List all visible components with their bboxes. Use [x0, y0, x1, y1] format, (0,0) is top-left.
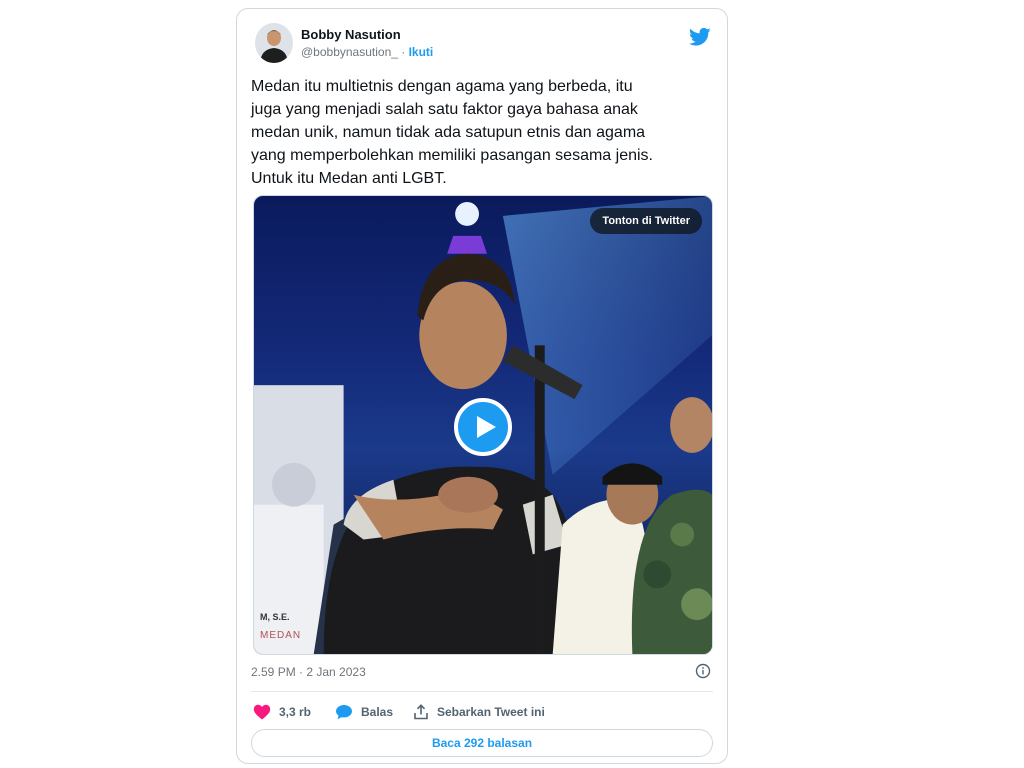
video-overlay-city: MEDAN	[260, 630, 302, 641]
author-name[interactable]: Bobby Nasution	[301, 27, 401, 42]
video-overlay-name: M, S.E.	[260, 612, 290, 622]
twitter-bird-icon[interactable]	[689, 27, 711, 47]
tweet-text: Medan itu multietnis dengan agama yang b…	[251, 78, 653, 187]
handle-separator: ·	[397, 45, 409, 59]
like-button[interactable]: 3,3 rb	[253, 701, 311, 723]
share-label: Sebarkan Tweet ini	[437, 705, 545, 719]
reply-button[interactable]: Balas	[335, 701, 393, 723]
author-handle[interactable]: @bobbynasution_	[301, 45, 398, 59]
avatar[interactable]	[255, 23, 293, 63]
watch-on-twitter-button[interactable]: Tonton di Twitter	[590, 208, 702, 234]
share-icon	[414, 704, 428, 720]
play-button[interactable]	[454, 398, 512, 456]
tweet-video[interactable]: M, S.E. MEDAN Tonton di Twitter	[253, 195, 713, 655]
heart-icon	[253, 704, 271, 720]
tweet-timestamp[interactable]: 2.59 PM · 2 Jan 2023	[251, 665, 366, 679]
share-button[interactable]: Sebarkan Tweet ini	[413, 701, 545, 723]
like-count: 3,3 rb	[279, 705, 312, 719]
divider	[251, 691, 713, 692]
action-bar: 3,3 rb Balas Sebarkan Tweet ini	[251, 701, 713, 723]
read-replies-button[interactable]: Baca 292 balasan	[251, 729, 713, 757]
info-icon[interactable]	[695, 663, 711, 679]
tweet-header: Bobby Nasution @bobbynasution_ · Ikuti	[251, 21, 713, 65]
follow-button[interactable]: Ikuti	[409, 45, 434, 59]
play-icon	[477, 416, 496, 438]
reply-label: Balas	[361, 705, 394, 719]
tweet-card: Bobby Nasution @bobbynasution_ · Ikuti M…	[236, 8, 728, 764]
reply-bubble-icon	[336, 705, 352, 720]
handle-line: @bobbynasution_ · Ikuti	[301, 45, 433, 59]
